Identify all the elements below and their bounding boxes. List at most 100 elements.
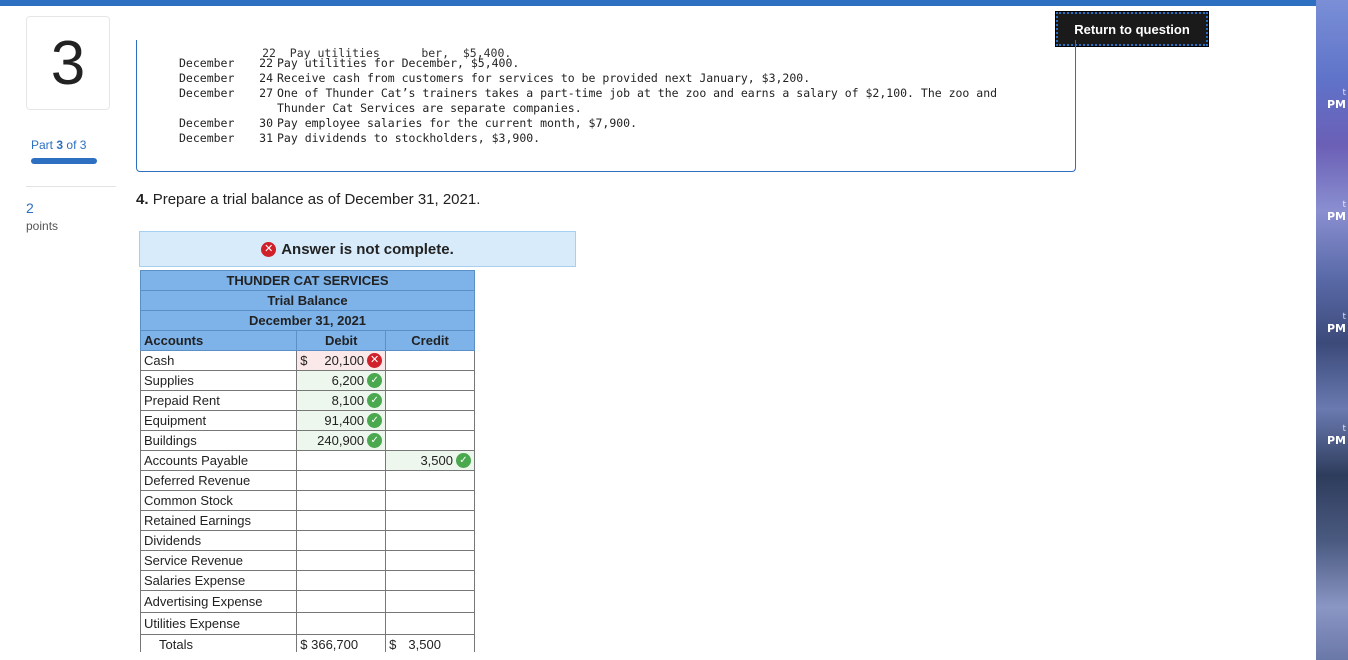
desktop-time-label: t PM xyxy=(1326,88,1346,111)
debit-input-cell[interactable]: 6,200 ✓ xyxy=(296,370,387,391)
credit-input-cell[interactable] xyxy=(385,430,475,451)
correct-check-icon: ✓ xyxy=(367,373,383,388)
account-name: Utilities Expense xyxy=(144,616,241,631)
debit-input-cell[interactable]: 240,900 ✓ xyxy=(296,430,387,451)
col-header-credit: Credit xyxy=(385,330,475,351)
table-row: Deferred Revenue xyxy=(139,470,475,491)
credit-input-cell[interactable]: 3,500 ✓ xyxy=(385,450,475,471)
account-name: Salaries Expense xyxy=(144,573,246,588)
debit-input-cell[interactable] xyxy=(296,590,387,613)
table-row: Prepaid Rent 8,100 ✓ xyxy=(139,390,475,411)
answer-status-banner: ✕ Answer is not complete. xyxy=(139,231,576,267)
account-name-cell[interactable]: Salaries Expense xyxy=(139,570,298,591)
account-name: Equipment xyxy=(144,413,207,428)
account-name-cell[interactable]: Supplies xyxy=(139,370,298,391)
table-row: Supplies 6,200 ✓ xyxy=(139,370,475,391)
debit-input-cell[interactable] xyxy=(296,450,387,471)
table-row: Salaries Expense xyxy=(139,570,475,591)
account-name: Supplies xyxy=(144,373,194,388)
account-name-cell[interactable]: Common Stock xyxy=(139,490,298,511)
debit-input-cell[interactable] xyxy=(296,570,387,591)
entry-day: 27 xyxy=(259,86,273,100)
entry-month: December xyxy=(179,131,235,145)
question-number: 3 xyxy=(50,28,86,98)
credit-input-cell[interactable] xyxy=(385,490,475,511)
question-number-box: 3 xyxy=(26,16,110,110)
debit-value: 240,900 xyxy=(317,433,365,448)
debit-input-cell[interactable] xyxy=(296,612,387,635)
transaction-entry: December 24 Receive cash from customers fo… xyxy=(179,71,1037,86)
debit-input-cell[interactable] xyxy=(296,550,387,571)
account-name-cell[interactable]: Service Revenue xyxy=(139,550,298,571)
account-name: Common Stock xyxy=(144,493,233,508)
debit-input-cell[interactable]: 8,100 ✓ xyxy=(296,390,387,411)
credit-input-cell[interactable] xyxy=(385,570,475,591)
debit-input-cell[interactable] xyxy=(296,470,387,491)
table-row: Dividends xyxy=(139,530,475,551)
desktop-background-strip: t PM t PM t PM t PM xyxy=(1316,0,1348,660)
account-name: Cash xyxy=(144,353,175,368)
account-name-cell[interactable]: Accounts Payable xyxy=(139,450,298,471)
credit-input-cell[interactable] xyxy=(385,470,475,491)
entry-text: Pay dividends to stockholders, $3,900. xyxy=(277,131,541,145)
credit-input-cell[interactable] xyxy=(385,612,475,635)
account-name-cell[interactable]: Utilities Expense xyxy=(139,612,298,635)
top-accent-bar xyxy=(0,0,1316,6)
entry-day: 22 xyxy=(259,56,273,70)
table-row: Accounts Payable 3,500 ✓ xyxy=(139,450,475,471)
transaction-entry: December 31 Pay dividends to stockholders,… xyxy=(179,131,1037,146)
account-name-cell[interactable]: Cash xyxy=(139,350,298,371)
account-name-cell[interactable]: Retained Earnings xyxy=(139,510,298,531)
sidebar-divider xyxy=(26,186,116,187)
credit-input-cell[interactable] xyxy=(385,530,475,551)
part-indicator: Part 3 of 3 xyxy=(31,138,87,152)
trial-balance-table: THUNDER CAT SERVICES Trial Balance Decem… xyxy=(139,270,475,655)
credit-input-cell[interactable] xyxy=(385,390,475,411)
account-name: Retained Earnings xyxy=(144,513,251,528)
account-name-cell[interactable]: Equipment xyxy=(139,410,298,431)
correct-check-icon: ✓ xyxy=(367,433,383,448)
transaction-list: December 22 Pay utilities for December, $5… xyxy=(179,56,1037,146)
table-row: Advertising Expense xyxy=(139,590,475,613)
credit-input-cell[interactable] xyxy=(385,410,475,431)
entry-month: December xyxy=(179,116,235,130)
transaction-entry: December 30 Pay employee salaries for the … xyxy=(179,116,1037,131)
company-name: THUNDER CAT SERVICES xyxy=(140,270,475,291)
credit-input-cell[interactable] xyxy=(385,350,475,371)
debit-input-cell[interactable] xyxy=(296,510,387,531)
debit-value: 8,100 xyxy=(331,393,365,408)
account-name-cell[interactable]: Buildings xyxy=(139,430,298,451)
debit-value: 6,200 xyxy=(331,373,365,388)
account-name-cell[interactable]: Dividends xyxy=(139,530,298,551)
statement-date: December 31, 2021 xyxy=(140,310,475,331)
entry-text: One of Thunder Cat’s trainers takes a pa… xyxy=(277,86,998,115)
debit-input-cell[interactable] xyxy=(296,490,387,511)
debit-input-cell[interactable]: 91,400 ✓ xyxy=(296,410,387,431)
account-name-cell[interactable]: Prepaid Rent xyxy=(139,390,298,411)
account-name: Deferred Revenue xyxy=(144,473,251,488)
part-progress-bar xyxy=(31,158,97,164)
entry-text: Pay utilities for December, $5,400. xyxy=(277,56,520,70)
desktop-time-label: t PM xyxy=(1326,424,1346,447)
credit-input-cell[interactable] xyxy=(385,550,475,571)
account-name: Accounts Payable xyxy=(144,453,249,468)
account-name-cell[interactable]: Deferred Revenue xyxy=(139,470,298,491)
question-prompt: 4. Prepare a trial balance as of Decembe… xyxy=(136,191,481,208)
entry-text: Receive cash from customers for services… xyxy=(277,71,811,85)
entry-month: December xyxy=(179,71,235,85)
account-name: Service Revenue xyxy=(144,553,243,568)
account-name: Prepaid Rent xyxy=(144,393,220,408)
credit-input-cell[interactable] xyxy=(385,510,475,531)
points-value: 2 xyxy=(26,200,34,216)
account-name-cell[interactable]: Advertising Expense xyxy=(139,590,298,613)
return-to-question-button[interactable]: Return to question xyxy=(1055,11,1209,47)
debit-input-cell[interactable]: $20,100 ✕ xyxy=(296,350,387,371)
problem-transactions-panel: 22 Pay utilities ber, $5,400. December 22… xyxy=(136,40,1076,172)
credit-input-cell[interactable] xyxy=(385,590,475,613)
debit-value: 91,400 xyxy=(324,413,365,428)
table-row: Service Revenue xyxy=(139,550,475,571)
debit-input-cell[interactable] xyxy=(296,530,387,551)
totals-credit: 3,500 xyxy=(408,637,441,652)
credit-input-cell[interactable] xyxy=(385,370,475,391)
account-name: Dividends xyxy=(144,533,202,548)
